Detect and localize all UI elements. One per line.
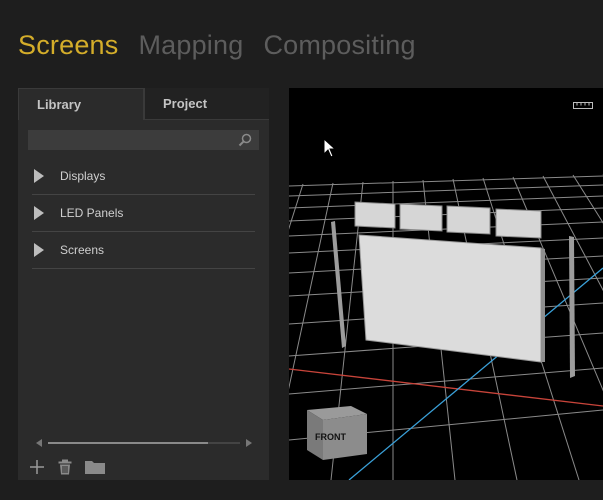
ruler-icon[interactable]	[573, 100, 593, 110]
orientation-cube[interactable]: FRONT	[307, 406, 367, 460]
x-axis-line	[289, 368, 603, 407]
led-panel-4	[495, 208, 542, 239]
tree-item-led-panels[interactable]: LED Panels	[32, 195, 255, 232]
tree-item-label: Screens	[60, 243, 105, 257]
tab-compositing[interactable]: Compositing	[263, 28, 415, 62]
expand-arrow-icon[interactable]	[34, 206, 44, 220]
right-pole	[569, 236, 575, 378]
expand-arrow-icon[interactable]	[34, 169, 44, 183]
main-screen-edge	[541, 248, 545, 362]
folder-icon[interactable]	[84, 458, 106, 476]
library-tree: Displays LED Panels Screens	[32, 158, 255, 269]
tab-library[interactable]: Library	[18, 88, 144, 120]
cursor-icon	[323, 138, 337, 158]
expand-arrow-icon[interactable]	[34, 243, 44, 257]
tree-item-label: LED Panels	[60, 206, 124, 220]
search-box	[28, 130, 259, 150]
search-input[interactable]	[28, 130, 259, 150]
tree-item-displays[interactable]: Displays	[32, 158, 255, 195]
trash-icon[interactable]	[56, 458, 74, 476]
scroll-thumb[interactable]	[48, 442, 208, 444]
tree-item-label: Displays	[60, 169, 106, 183]
add-icon[interactable]	[28, 458, 46, 476]
led-panel-3	[446, 205, 491, 235]
scroll-right-icon[interactable]	[246, 439, 252, 447]
top-tab-bar: Screens Mapping Compositing	[18, 28, 416, 62]
cube-front-label: FRONT	[315, 432, 346, 442]
left-pole	[331, 221, 346, 348]
library-panel: Library Project Displays LED Panels Scre…	[18, 88, 269, 480]
horizontal-scrollbar[interactable]	[36, 438, 252, 448]
scroll-left-icon[interactable]	[36, 439, 42, 447]
tree-item-screens[interactable]: Screens	[32, 232, 255, 269]
3d-viewport[interactable]: FRONT	[289, 88, 603, 480]
tab-screens[interactable]: Screens	[18, 28, 118, 62]
led-panel-2	[399, 203, 443, 232]
app-window: Screens Mapping Compositing Library Proj…	[0, 0, 603, 500]
tab-mapping[interactable]: Mapping	[138, 28, 243, 62]
tab-project[interactable]: Project	[144, 88, 269, 120]
panel-tab-bar: Library Project	[18, 88, 269, 120]
panel-toolbar	[28, 458, 106, 476]
main-screen	[358, 234, 542, 363]
led-panel-1	[354, 201, 396, 229]
search-icon[interactable]	[237, 132, 253, 148]
